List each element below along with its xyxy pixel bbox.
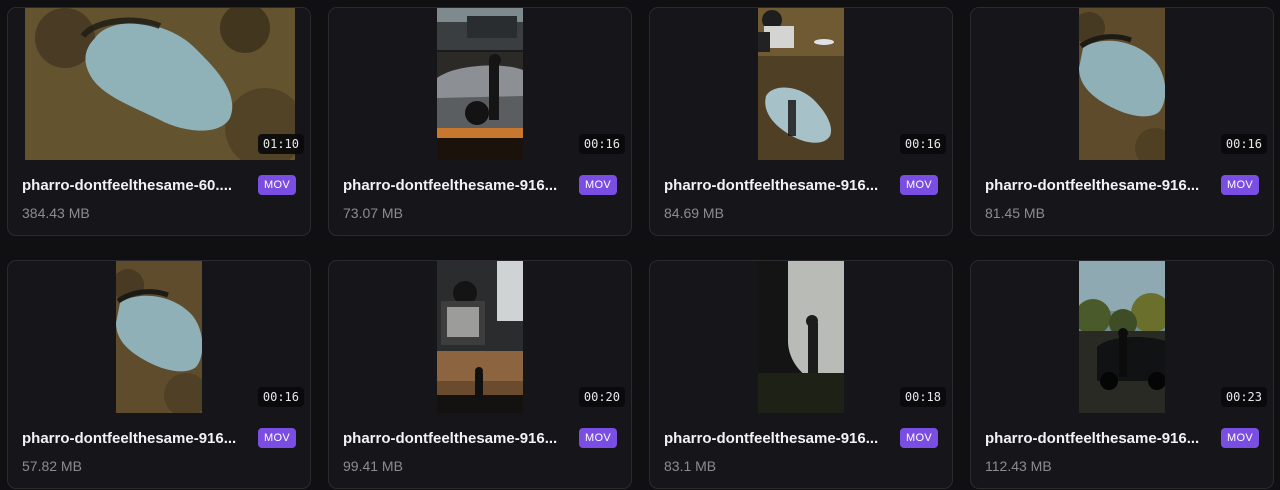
thumbnail-area: 00:16 [329,8,631,160]
video-thumbnail[interactable] [437,8,523,160]
file-type-badge: MOV [1221,175,1259,195]
media-card[interactable]: 00:16 pharro-dontfeelthesame-916... MOV … [7,260,311,489]
file-type-badge: MOV [579,428,617,448]
thumbnail-area: 00:18 [650,261,952,413]
duration-label: 00:20 [578,387,625,407]
video-thumbnail[interactable] [1079,261,1165,413]
thumbnail-area: 00:23 [971,261,1273,413]
thumbnail-area: 00:20 [329,261,631,413]
file-size: 84.69 MB [664,205,724,221]
file-type-badge: MOV [1221,428,1259,448]
media-card[interactable]: 00:23 pharro-dontfeelthesame-916... MOV … [970,260,1274,489]
file-name: pharro-dontfeelthesame-916... [985,430,1200,447]
duration-label: 00:23 [1220,387,1267,407]
file-type-badge: MOV [258,175,296,195]
file-name: pharro-dontfeelthesame-916... [664,177,879,194]
file-size: 83.1 MB [664,458,717,474]
duration-label: 00:18 [899,387,946,407]
video-thumbnail[interactable] [116,261,202,413]
media-grid: 01:10 pharro-dontfeelthesame-60.... MOV … [0,0,1280,490]
duration-label: 00:16 [1220,134,1267,154]
duration-label: 01:10 [257,134,304,154]
duration-label: 00:16 [257,387,304,407]
thumbnail-area: 00:16 [650,8,952,160]
video-thumbnail[interactable] [437,261,523,413]
file-type-badge: MOV [258,428,296,448]
file-type-badge: MOV [900,175,938,195]
media-card[interactable]: 00:20 pharro-dontfeelthesame-916... MOV … [328,260,632,489]
file-size: 73.07 MB [343,205,403,221]
file-size: 57.82 MB [22,458,82,474]
file-type-badge: MOV [579,175,617,195]
file-name: pharro-dontfeelthesame-60.... [22,177,233,194]
video-thumbnail[interactable] [758,261,844,413]
file-type-badge: MOV [900,428,938,448]
video-thumbnail[interactable] [758,8,844,160]
media-card[interactable]: 00:16 pharro-dontfeelthesame-916... MOV … [649,7,953,236]
duration-label: 00:16 [578,134,625,154]
thumbnail-area: 00:16 [971,8,1273,160]
thumbnail-area: 00:16 [8,261,310,413]
file-size: 99.41 MB [343,458,403,474]
file-name: pharro-dontfeelthesame-916... [985,177,1200,194]
duration-label: 00:16 [899,134,946,154]
media-card[interactable]: 00:16 pharro-dontfeelthesame-916... MOV … [970,7,1274,236]
media-card[interactable]: 01:10 pharro-dontfeelthesame-60.... MOV … [7,7,311,236]
thumbnail-area: 01:10 [8,8,310,160]
file-size: 112.43 MB [985,458,1052,474]
media-card[interactable]: 00:16 pharro-dontfeelthesame-916... MOV … [328,7,632,236]
file-size: 81.45 MB [985,205,1045,221]
video-thumbnail[interactable] [1079,8,1165,160]
file-size: 384.43 MB [22,205,90,221]
file-name: pharro-dontfeelthesame-916... [22,430,237,447]
video-thumbnail[interactable] [25,8,295,160]
file-name: pharro-dontfeelthesame-916... [343,177,558,194]
file-name: pharro-dontfeelthesame-916... [343,430,558,447]
media-card[interactable]: 00:18 pharro-dontfeelthesame-916... MOV … [649,260,953,489]
file-name: pharro-dontfeelthesame-916... [664,430,879,447]
